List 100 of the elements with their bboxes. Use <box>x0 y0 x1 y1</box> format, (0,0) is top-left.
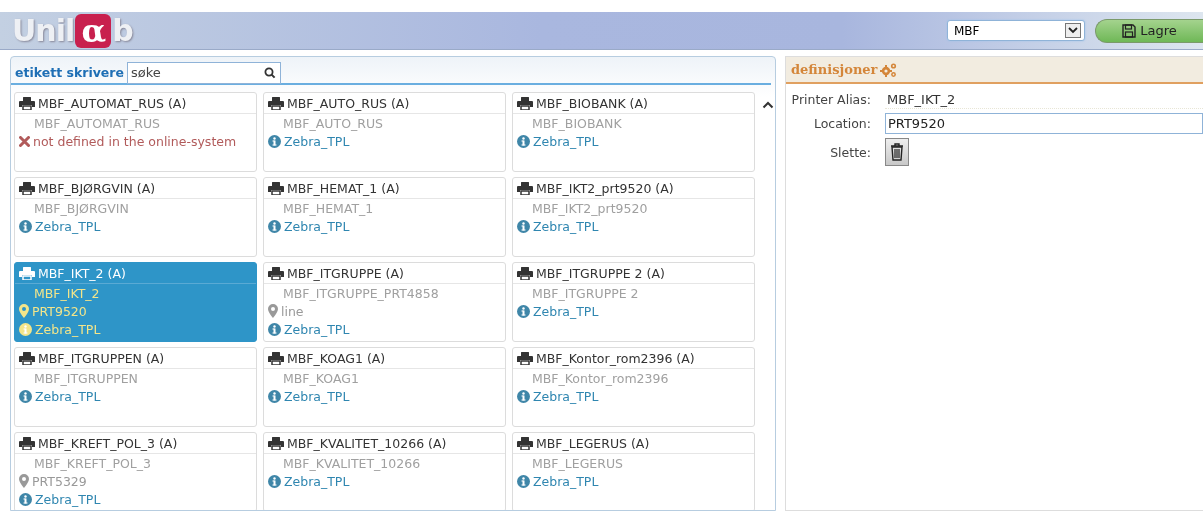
printer-icon <box>268 96 284 110</box>
location-pin-icon <box>19 474 29 488</box>
gears-icon <box>880 61 899 78</box>
trash-icon <box>890 143 904 161</box>
printer-name: MBF_KVALITET_10266 (A) <box>287 435 447 451</box>
driver-text: Zebra_TPL <box>284 133 350 149</box>
printer-alias: MBF_LEGERUS <box>531 455 624 472</box>
printer-icon <box>268 266 284 280</box>
printer-name: MBF_IKT_2 (A) <box>38 265 126 281</box>
location-text: PRT5329 <box>32 473 87 489</box>
printer-card[interactable]: MBF_KVALITET_10266 (A) MBF_KVALITET_10266 Zebra_TPL <box>263 432 506 510</box>
search-field[interactable]: søke <box>126 61 281 84</box>
info-icon <box>268 219 281 233</box>
printer-name: MBF_Kontor_rom2396 (A) <box>536 350 695 366</box>
location-text: PRT9520 <box>32 303 87 319</box>
printer-card-title[interactable]: MBF_HEMAT_1 (A) <box>264 178 505 199</box>
driver-text: Zebra_TPL <box>533 133 599 149</box>
printer-alias: MBF_IKT_2 <box>33 285 101 302</box>
scroll-up-icon[interactable] <box>762 101 774 109</box>
driver-text: Zebra_TPL <box>533 218 599 234</box>
printer-alias: MBF_KOAG1 <box>282 370 360 387</box>
printer-alias: MBF_AUTO_RUS <box>282 115 384 132</box>
save-button[interactable]: Lagre <box>1095 18 1203 43</box>
chevron-down-icon <box>1065 23 1081 38</box>
driver-text: Zebra_TPL <box>35 218 101 234</box>
delete-button[interactable] <box>885 138 909 166</box>
printer-alias: MBF_KVALITET_10266 <box>282 455 422 472</box>
printer-icon <box>19 351 35 365</box>
error-text: not defined in the online-system <box>33 133 237 149</box>
printer-card-title[interactable]: MBF_KOAG1 (A) <box>264 348 505 369</box>
printer-card[interactable]: MBF_ITGRUPPE (A) MBF_ITGRUPPE_PRT4858 line Zebra_TPL <box>263 262 506 342</box>
printer-icon <box>19 181 35 195</box>
printer-alias: MBF_ITGRUPPE_PRT4858 <box>282 285 440 302</box>
printer-card[interactable]: MBF_IKT2_prt9520 (A) MBF_IKT2_prt9520 Zebra_TPL <box>512 177 755 257</box>
printer-card[interactable]: MBF_HEMAT_1 (A) MBF_HEMAT_1 Zebra_TPL <box>263 177 506 257</box>
printer-alias: MBF_AUTOMAT_RUS <box>33 115 161 132</box>
printer-name: MBF_AUTOMAT_RUS (A) <box>38 95 187 111</box>
printer-name: MBF_ITGRUPPEN (A) <box>38 350 165 366</box>
driver-text: Zebra_TPL <box>35 388 101 404</box>
printer-name: MBF_HEMAT_1 (A) <box>287 180 400 196</box>
location-pin-icon <box>19 304 29 318</box>
printer-card-title[interactable]: MBF_AUTOMAT_RUS (A) <box>15 93 256 114</box>
printer-card-title[interactable]: MBF_KVALITET_10266 (A) <box>264 433 505 454</box>
info-icon <box>268 134 281 148</box>
info-icon <box>19 492 32 506</box>
info-icon <box>19 219 32 233</box>
printer-card[interactable]: MBF_ITGRUPPE 2 (A) MBF_ITGRUPPE 2 Zebra_TPL <box>512 262 755 342</box>
cross-icon <box>19 135 30 147</box>
printer-alias: MBF_KREFT_POL_3 <box>33 455 152 472</box>
printer-card[interactable]: MBF_LEGERUS (A) MBF_LEGERUS Zebra_TPL <box>512 432 755 510</box>
driver-text: Zebra_TPL <box>533 473 599 489</box>
driver-text: Zebra_TPL <box>35 491 101 507</box>
printer-card[interactable]: MBF_AUTOMAT_RUS (A) MBF_AUTOMAT_RUS not defined in the online-system <box>14 92 257 172</box>
printer-name: MBF_BIOBANK (A) <box>536 95 648 111</box>
printer-card-title[interactable]: MBF_Kontor_rom2396 (A) <box>513 348 754 369</box>
info-icon <box>19 322 32 336</box>
printer-card-title[interactable]: MBF_AUTO_RUS (A) <box>264 93 505 114</box>
info-icon <box>517 474 530 488</box>
printer-card-title[interactable]: MBF_KREFT_POL_3 (A) <box>15 433 256 454</box>
location-text: line <box>281 303 304 319</box>
driver-text: Zebra_TPL <box>35 321 101 337</box>
printer-card[interactable]: MBF_ITGRUPPEN (A) MBF_ITGRUPPEN Zebra_TPL <box>14 347 257 427</box>
printer-card-title[interactable]: MBF_ITGRUPPE 2 (A) <box>513 263 754 284</box>
printer-icon <box>517 181 533 195</box>
printer-card[interactable]: MBF_BJØRGVIN (A) MBF_BJØRGVIN Zebra_TPL <box>14 177 257 257</box>
printer-card-title[interactable]: MBF_IKT2_prt9520 (A) <box>513 178 754 199</box>
field-label: Location: <box>812 116 871 131</box>
printer-card-title[interactable]: MBF_BIOBANK (A) <box>513 93 754 114</box>
printer-card-title[interactable]: MBF_LEGERUS (A) <box>513 433 754 454</box>
field-label: Slette: <box>829 144 871 160</box>
printer-icon <box>19 436 35 450</box>
info-icon <box>268 389 281 403</box>
printer-icon <box>19 266 35 280</box>
printer-alias: MBF_BJØRGVIN <box>33 200 130 217</box>
printer-icon <box>268 181 284 195</box>
alias-value: MBF_IKT_2 <box>885 90 1203 109</box>
printer-card[interactable]: MBF_KOAG1 (A) MBF_KOAG1 Zebra_TPL <box>263 347 506 427</box>
printer-card-title[interactable]: MBF_ITGRUPPE (A) <box>264 263 505 284</box>
printer-card[interactable]: MBF_BIOBANK (A) MBF_BIOBANK Zebra_TPL <box>512 92 755 172</box>
driver-text: Zebra_TPL <box>533 303 599 319</box>
printer-card[interactable]: MBF_Kontor_rom2396 (A) MBF_Kontor_rom2396 Zebra_TPL <box>512 347 755 427</box>
driver-text: Zebra_TPL <box>284 218 350 234</box>
driver-text: Zebra_TPL <box>284 473 350 489</box>
field-label: Printer Alias: <box>790 92 871 107</box>
driver-text: Zebra_TPL <box>533 388 599 404</box>
driver-text: Zebra_TPL <box>284 388 350 404</box>
printer-alias: MBF_HEMAT_1 <box>282 200 375 217</box>
printer-name: MBF_KOAG1 (A) <box>287 350 386 366</box>
printer-card-title[interactable]: MBF_ITGRUPPEN (A) <box>15 348 256 369</box>
info-icon <box>268 474 281 488</box>
unilab-logo: Unil α b <box>12 13 133 48</box>
dropdown[interactable]: MBF <box>947 20 1085 41</box>
location-field[interactable]: PRT9520 <box>885 113 1203 134</box>
printer-card-title[interactable]: MBF_BJØRGVIN (A) <box>15 178 256 199</box>
info-icon <box>19 389 32 403</box>
info-icon <box>517 134 530 148</box>
printer-card[interactable]: MBF_AUTO_RUS (A) MBF_AUTO_RUS Zebra_TPL <box>263 92 506 172</box>
printer-card[interactable]: MBF_KREFT_POL_3 (A) MBF_KREFT_POL_3 PRT5329 Zebra_TPL <box>14 432 257 510</box>
info-icon <box>268 322 281 336</box>
panel-title: etikett skrivere <box>15 65 124 80</box>
